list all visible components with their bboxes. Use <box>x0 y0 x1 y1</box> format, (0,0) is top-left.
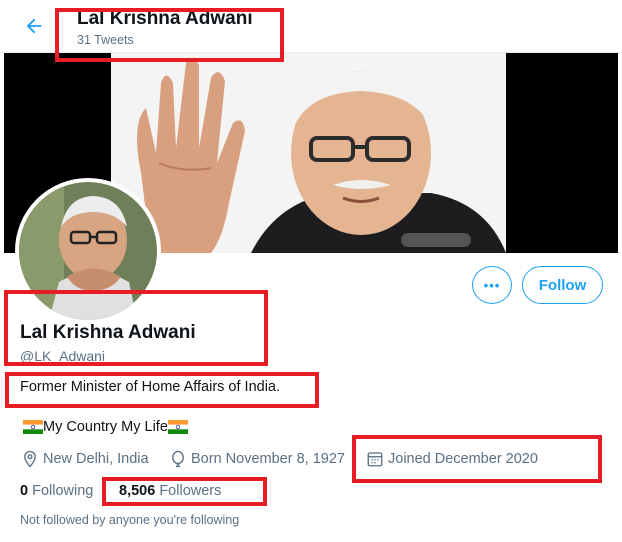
profile-handle: @LK_Adwani <box>20 348 106 364</box>
following-link[interactable]: 0 Following <box>20 483 93 499</box>
back-button[interactable] <box>20 12 48 40</box>
joined-text: Joined December 2020 <box>388 451 538 467</box>
birthday-item: Born November 8, 1927 <box>169 450 345 468</box>
birthday-text: Born November 8, 1927 <box>191 451 345 467</box>
header-title: Lal Krishna Adwani <box>77 8 253 29</box>
followers-link[interactable]: 8,506 Followers <box>119 483 221 499</box>
more-icon: ••• <box>483 277 501 293</box>
profile-name: Lal Krishna Adwani <box>20 322 196 343</box>
tweet-count: 31 Tweets <box>77 33 134 47</box>
followers-you-know: Not followed by anyone you're following <box>20 513 240 527</box>
back-arrow-icon <box>26 18 42 34</box>
follow-button[interactable]: Follow <box>522 266 603 304</box>
more-options-button[interactable]: ••• <box>472 266 512 304</box>
location-icon <box>24 450 36 468</box>
following-count: 0 <box>20 483 29 499</box>
location-text: New Delhi, India <box>43 451 149 467</box>
calendar-icon <box>367 452 383 467</box>
banner-photo <box>111 53 506 253</box>
joined-item: Joined December 2020 <box>366 450 538 468</box>
birthday-icon <box>172 450 184 468</box>
tagline-text: My Country My Life <box>43 419 168 435</box>
profile-header: Lal Krishna Adwani 31 Tweets <box>0 0 622 53</box>
profile-bio: Former Minister of Home Affairs of India… <box>20 379 281 395</box>
profile-tagline: My Country My Life <box>23 419 188 435</box>
following-label: Following <box>32 483 94 499</box>
location-item: New Delhi, India <box>21 450 149 468</box>
india-flag-icon <box>23 420 43 434</box>
followers-count: 8,506 <box>119 483 156 499</box>
followers-label: Followers <box>159 483 222 499</box>
india-flag-icon <box>167 420 188 434</box>
avatar[interactable] <box>15 178 161 324</box>
